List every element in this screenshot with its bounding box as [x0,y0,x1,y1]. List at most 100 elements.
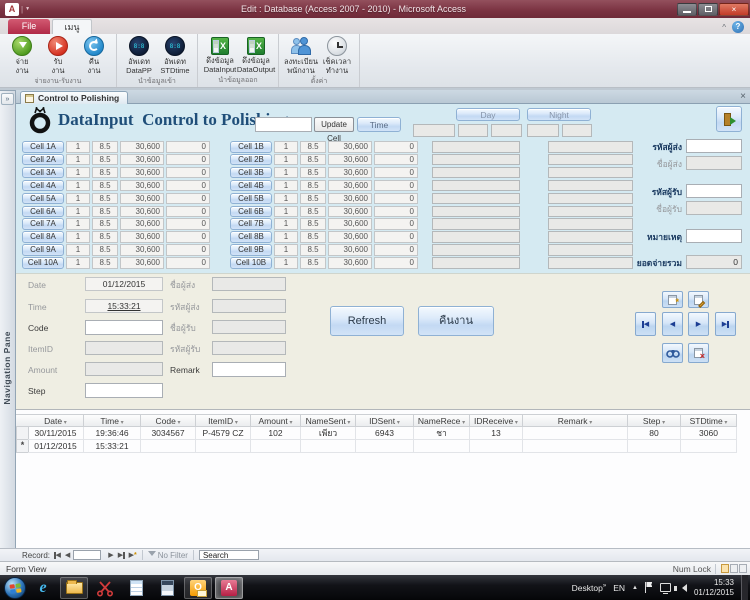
filter-status[interactable]: No Filter [158,551,188,560]
column-header-amount[interactable]: Amount ▾ [251,414,301,427]
refresh-button[interactable]: Refresh [330,306,404,336]
table-cell[interactable]: 01/12/2015 [28,440,84,453]
table-cell[interactable]: 6943 [356,427,414,440]
update-stdtime-button[interactable]: 8:8อัพเดทSTDtime [157,35,193,75]
current-record-box[interactable] [73,550,101,560]
receive-work-button[interactable]: รับงาน [40,35,76,75]
add-record-button[interactable]: * [662,291,683,308]
cell-button[interactable]: Cell 10A [22,257,64,269]
save-record-button[interactable] [688,291,709,308]
table-cell[interactable]: P-4579 CZ [196,427,251,440]
table-cell[interactable]: 3060 [681,427,737,440]
next-record-button[interactable]: ▶ [688,312,709,336]
restore-button[interactable] [698,3,718,16]
column-header-namesent[interactable]: NameSent ▾ [301,414,356,427]
column-header-date[interactable]: Date ▾ [28,414,84,427]
table-cell[interactable] [196,440,251,453]
table-cell[interactable] [681,440,737,453]
table-cell[interactable]: 15:33:21 [84,440,141,453]
column-header-idreceive[interactable]: IDReceive ▾ [470,414,523,427]
cell-button[interactable]: Cell 5A [22,193,64,205]
tab-file[interactable]: File [8,19,50,34]
table-cell[interactable]: เพียว [301,427,356,440]
cell-button[interactable]: Cell 7A [22,218,64,230]
side-field-input[interactable] [686,139,742,153]
first-record-button[interactable]: ◀ [635,312,656,336]
detail-remark-input[interactable] [212,362,286,377]
table-cell[interactable] [628,440,681,453]
side-field-input[interactable] [686,184,742,198]
cell-button[interactable]: Cell 4A [22,180,64,192]
help-icon[interactable]: ? [732,21,744,33]
nav-new-record-button[interactable]: ▶* [129,551,137,559]
nav-previous-button[interactable]: ◀ [65,551,70,559]
column-header-itemid[interactable]: ItemID ▾ [196,414,251,427]
datasheet-view-button[interactable] [730,564,738,573]
cell-button[interactable]: Cell 6A [22,206,64,218]
taskbar-calculator-button[interactable] [153,577,181,599]
nav-last-button[interactable]: ▶ [118,551,125,559]
exit-form-button[interactable] [716,106,742,132]
side-field-input[interactable] [686,229,742,243]
navigation-pane-expand-icon[interactable]: » [1,93,14,105]
table-cell[interactable] [523,440,628,453]
navigation-pane-shutter[interactable]: » Navigation Pane [0,90,16,548]
cell-button[interactable]: Cell 2B [230,154,272,166]
network-icon[interactable] [660,583,671,592]
cell-button[interactable]: Cell 3A [22,167,64,179]
cell-button[interactable]: Cell 7B [230,218,272,230]
column-header-time[interactable]: Time ▾ [84,414,141,427]
detail-step-input[interactable] [85,383,163,398]
table-cell[interactable]: ชา [414,427,470,440]
update-cell-input[interactable] [255,117,312,132]
hidden-icons-icon[interactable]: ▲ [632,585,638,591]
taskbar-access-button[interactable]: A [215,577,243,599]
day-button[interactable]: Day [456,108,520,121]
table-cell[interactable]: 3034567 [141,427,196,440]
column-header-step[interactable]: Step ▾ [628,414,681,427]
table-cell[interactable]: 13 [470,427,523,440]
check-worktime-button[interactable]: เช็คเวลาทำงาน [319,35,355,75]
cell-button[interactable]: Cell 2A [22,154,64,166]
table-cell[interactable] [523,427,628,440]
table-cell[interactable] [141,440,196,453]
cell-button[interactable]: Cell 3B [230,167,272,179]
cell-button[interactable]: Cell 6B [230,206,272,218]
export-dataoutput-button[interactable]: Xดึงข้อมูลDataOutput [238,35,274,74]
cell-button[interactable]: Cell 1B [230,141,272,153]
update-datapp-button[interactable]: 8:8อัพเดทDataPP [121,35,157,75]
ribbon-collapse-icon[interactable]: ^ [722,23,726,32]
taskbar-snipping-button[interactable] [91,577,119,599]
start-button[interactable] [4,577,26,599]
minimize-button[interactable] [677,3,697,16]
design-view-button[interactable] [739,564,747,573]
delete-record-button[interactable]: × [688,343,709,363]
nav-next-button[interactable]: ▶ [108,551,113,559]
nav-first-button[interactable]: ◀ [54,551,61,559]
assign-work-button[interactable]: จ่ายงาน [4,35,40,75]
table-cell[interactable] [251,440,301,453]
register-employee-button[interactable]: ลงทะเบียนพนักงาน [283,35,319,75]
column-header-namerece[interactable]: NameRece ▾ [414,414,470,427]
table-cell[interactable] [470,440,523,453]
search-input[interactable]: Search [199,550,259,560]
detail-code-input[interactable] [85,320,163,335]
taskbar-ie-button[interactable]: e [29,577,57,599]
table-cell[interactable] [414,440,470,453]
volume-icon[interactable] [678,584,687,592]
cell-button[interactable]: Cell 5B [230,193,272,205]
column-header-stdtime[interactable]: STDtime ▾ [681,414,737,427]
cell-button[interactable]: Cell 10B [230,257,272,269]
column-header-remark[interactable]: Remark ▾ [523,414,628,427]
table-cell[interactable]: 102 [251,427,301,440]
return-work-button[interactable]: คืนงาน [418,306,494,336]
cell-button[interactable]: Cell 9B [230,244,272,256]
form-view-button[interactable] [721,564,729,573]
action-center-icon[interactable] [645,582,653,593]
table-cell[interactable]: 19:36:46 [84,427,141,440]
cell-button[interactable]: Cell 9A [22,244,64,256]
cell-button[interactable]: Cell 8B [230,231,272,243]
table-cell[interactable]: 30/11/2015 [28,427,84,440]
document-close-icon[interactable]: × [740,91,746,103]
find-record-button[interactable] [662,343,683,363]
